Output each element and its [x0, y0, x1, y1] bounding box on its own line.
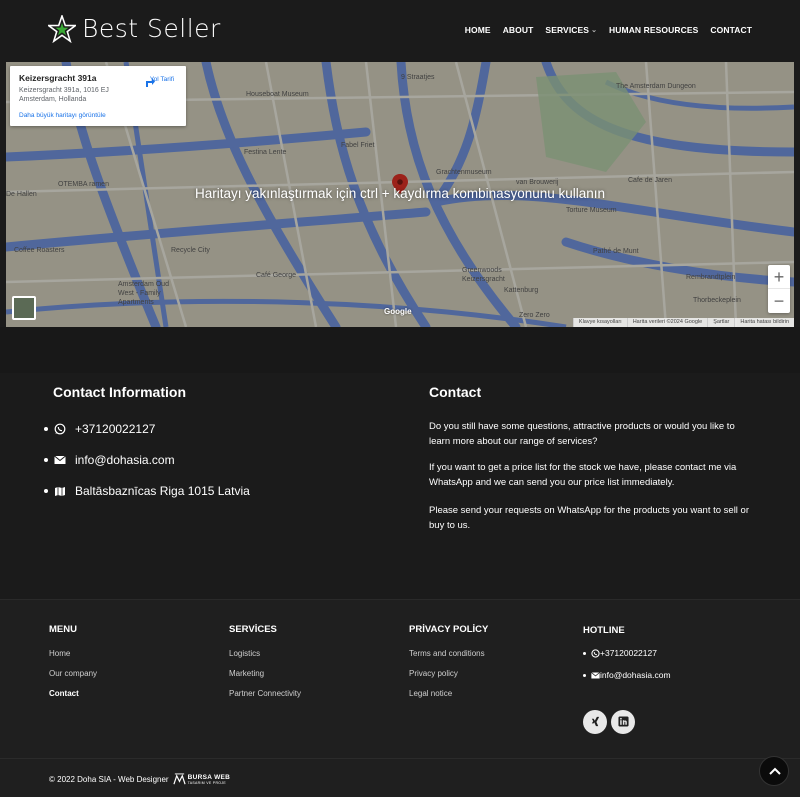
zoom-in-button[interactable]: + [768, 265, 790, 289]
contact-phone-item[interactable]: +37120022127 [44, 422, 155, 436]
map-zoom-hint: Haritayı yakınlaştırmak için ctrl + kayd… [194, 186, 606, 201]
list-bullet [44, 427, 48, 431]
footer-link-logistics[interactable]: Logistics [229, 649, 260, 658]
whatsapp-icon [591, 648, 600, 658]
contact-paragraph: If you want to get a price list for the … [429, 462, 737, 488]
contact-title: Contact [429, 384, 482, 400]
back-to-top-button[interactable] [759, 756, 789, 786]
whatsapp-icon [54, 423, 66, 435]
nav-services[interactable]: SERVICES ⌄ [545, 25, 597, 35]
hotline-email: info@dohasia.com [600, 670, 671, 680]
contact-email-item[interactable]: info@dohasia.com [44, 453, 175, 467]
main-nav: HOME ABOUT SERVICES ⌄ HUMAN RESOURCES CON… [465, 25, 752, 35]
star-logo-icon [48, 14, 76, 43]
footer-link-terms[interactable]: Terms and conditions [409, 649, 485, 658]
hotline-email-item[interactable]: info@dohasia.com [583, 670, 671, 680]
larger-map-link[interactable]: Daha büyük haritayı görüntüle [19, 112, 106, 119]
footer-divider [0, 758, 800, 759]
bursa-web-name: BURSA WEB [187, 774, 231, 781]
hotline-phone: +37120022127 [600, 648, 657, 658]
list-bullet [44, 458, 48, 462]
footer-link-privacy-policy[interactable]: Privacy policy [409, 669, 458, 678]
map-icon [55, 487, 65, 496]
footer-menu-title: MENU [49, 624, 77, 635]
keyboard-shortcuts-link[interactable]: Klavye kısayolları [572, 318, 627, 327]
contact-phone: +37120022127 [75, 422, 156, 436]
list-bullet [583, 651, 586, 655]
site-logo[interactable]: Best Seller [48, 14, 221, 43]
nav-human-resources-label: HUMAN RESOURCES [609, 25, 699, 35]
copyright: © 2022 Doha SIA - Web Designer BURSA WEB… [49, 773, 230, 786]
contact-paragraph: Please send your requests on WhatsApp fo… [429, 505, 750, 531]
logo-text: Best Seller [82, 14, 221, 43]
map-attribution: Klavye kısayolları Harita verileri ©2024… [572, 318, 794, 327]
footer-link-marketing[interactable]: Marketing [229, 669, 264, 678]
site-footer: MENU Home Our company Contact SERVİCES L… [0, 599, 800, 797]
report-error-link[interactable]: Harita hatası bildirin [734, 318, 794, 327]
contact-email: info@dohasia.com [75, 453, 175, 467]
map-zoom-controls: + − [768, 265, 790, 313]
contact-address-item: Baltāsbaznīcas Riga 1015 Latvia [44, 484, 250, 498]
nav-contact[interactable]: CONTACT [710, 25, 752, 35]
nav-contact-label: CONTACT [710, 25, 752, 35]
xing-icon [591, 716, 599, 727]
contact-info-title: Contact Information [53, 384, 186, 400]
bursa-web-sub: TASARIM VE PROJE [187, 781, 226, 785]
site-header: Best Seller HOME ABOUT SERVICES ⌄ HUMAN R… [0, 0, 800, 62]
footer-link-our-company[interactable]: Our company [49, 669, 97, 678]
footer-link-partner-connectivity[interactable]: Partner Connectivity [229, 689, 301, 698]
linkedin-button[interactable] [611, 710, 635, 734]
chevron-down-icon: ⌄ [591, 27, 598, 34]
nav-services-label: SERVICES [545, 25, 590, 35]
directions-icon [146, 78, 155, 87]
map-place-title: Keizersgracht 391a [19, 73, 97, 83]
bursa-web-mark-icon [172, 773, 186, 785]
chevron-up-icon [769, 767, 781, 775]
footer-hotline-title: HOTLINE [583, 625, 625, 636]
terms-link[interactable]: Şartlar [707, 318, 734, 327]
nav-about-label: ABOUT [502, 25, 534, 35]
linkedin-icon [617, 716, 629, 727]
xing-button[interactable] [583, 710, 607, 734]
footer-link-home[interactable]: Home [49, 649, 70, 658]
footer-link-contact[interactable]: Contact [49, 689, 79, 698]
footer-services-title: SERVİCES [229, 624, 277, 635]
bursa-web-logo[interactable]: BURSA WEB TASARIM VE PROJE [172, 773, 231, 786]
nav-about[interactable]: ABOUT [503, 25, 534, 35]
zoom-out-button[interactable]: − [768, 289, 790, 313]
list-bullet [44, 489, 48, 493]
contact-paragraph: Do you still have some questions, attrac… [429, 421, 735, 447]
google-logo: Google [384, 307, 412, 316]
copyright-text: © 2022 Doha SIA - Web Designer [49, 775, 169, 784]
map-info-card: Keizersgracht 391a Keizersgracht 391a, 1… [10, 66, 186, 126]
nav-home[interactable]: HOME [465, 25, 491, 35]
google-map[interactable]: 9 Straatjes Houseboat Museum Festina Len… [6, 62, 794, 327]
list-bullet [583, 673, 586, 677]
map-place-address: Keizersgracht 391a, 1016 EJ Amsterdam, H… [19, 87, 109, 103]
hotline-phone-item[interactable]: +37120022127 [583, 648, 657, 658]
footer-link-legal-notice[interactable]: Legal notice [409, 689, 452, 698]
section-band [0, 327, 800, 373]
contact-address: Baltāsbaznīcas Riga 1015 Latvia [75, 484, 250, 498]
footer-privacy-title: PRİVACY POLİCY [409, 624, 489, 635]
directions-button[interactable]: Yol Tarifi [142, 74, 182, 87]
nav-home-label: HOME [464, 25, 491, 35]
nav-human-resources[interactable]: HUMAN RESOURCES [609, 25, 698, 35]
envelope-icon [54, 455, 66, 464]
map-type-toggle[interactable] [12, 296, 36, 320]
envelope-icon [591, 671, 600, 678]
map-data-text: Harita verileri ©2024 Google [626, 318, 707, 327]
